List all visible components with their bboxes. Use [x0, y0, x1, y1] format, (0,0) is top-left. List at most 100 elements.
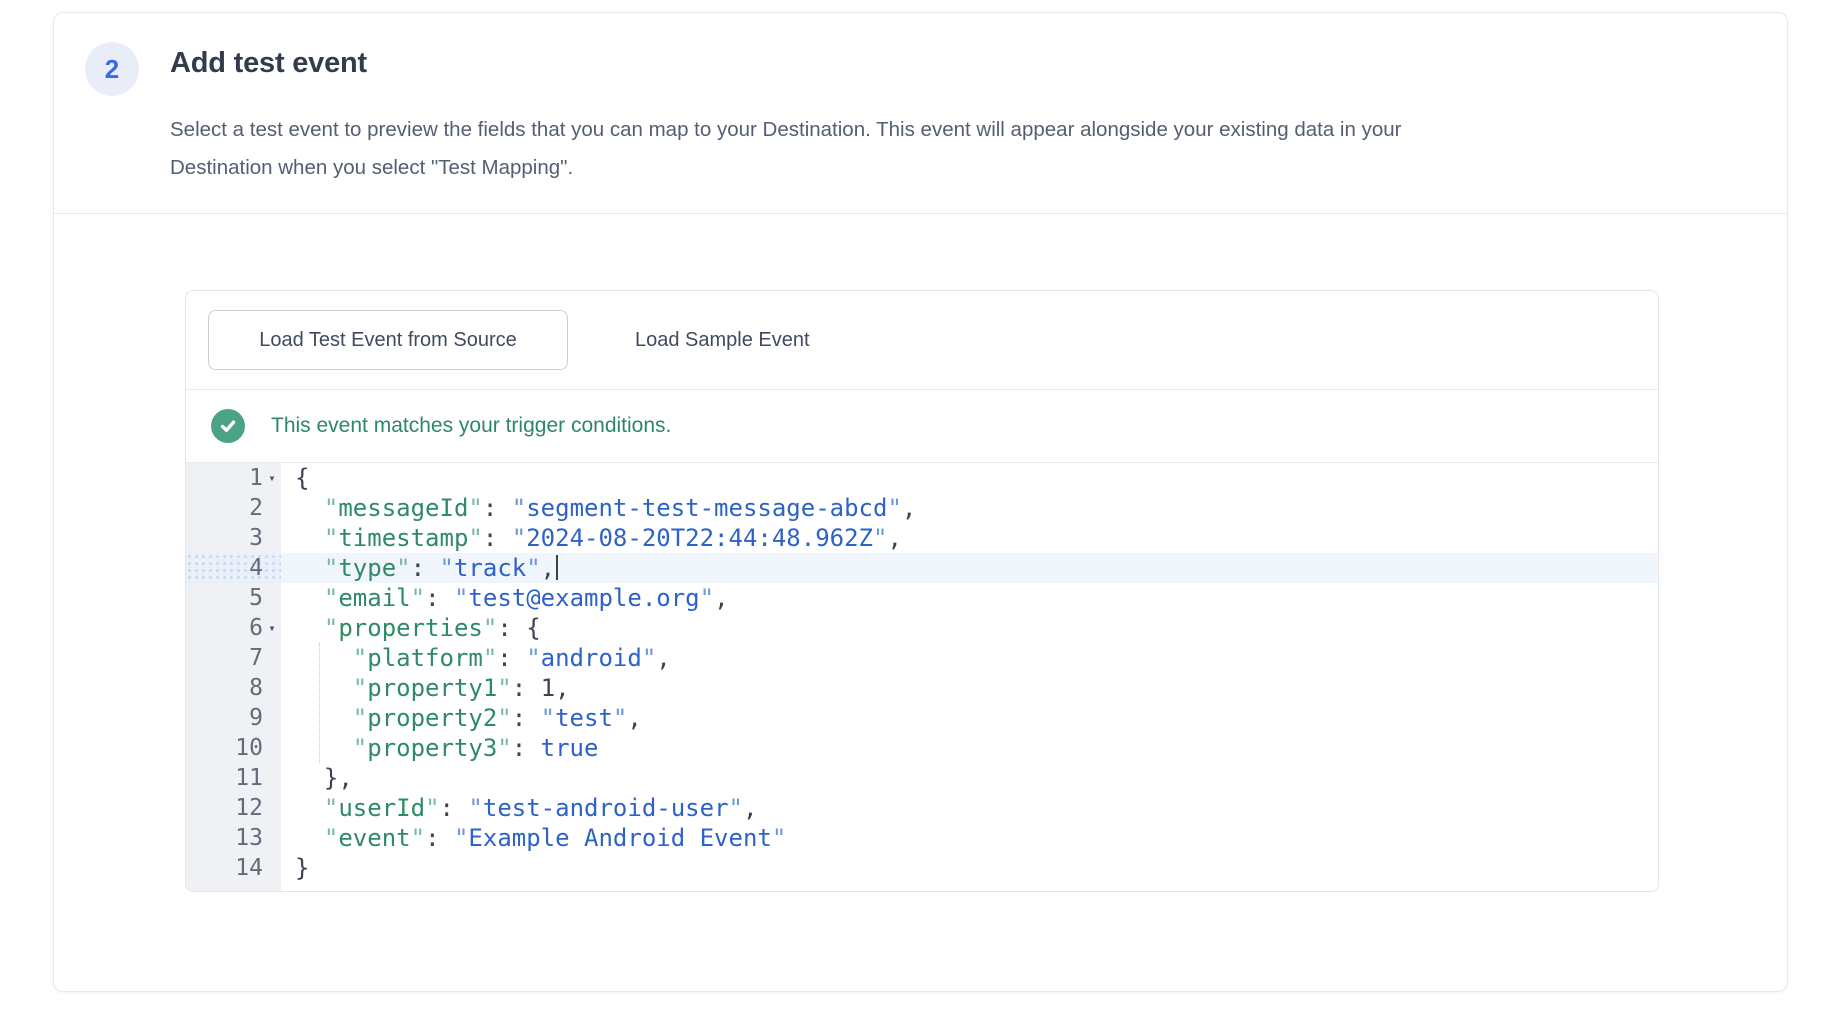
token-v: Example Android Event [468, 824, 771, 852]
fold-spacer [263, 703, 281, 733]
code-text[interactable]: "timestamp": "2024-08-20T22:44:48.962Z", [281, 523, 1658, 553]
token-k: property2 [367, 704, 497, 732]
token-k: email [338, 584, 410, 612]
token-v: test-android-user [483, 794, 729, 822]
token-p: : [483, 524, 512, 552]
code-line[interactable]: 5 "email": "test@example.org", [186, 583, 1658, 613]
code-text[interactable]: "userId": "test-android-user", [281, 793, 1658, 823]
token-v: test@example.org [468, 584, 699, 612]
token-p: : { [497, 614, 540, 642]
fold-spacer [263, 553, 281, 583]
fold-toggle-icon[interactable]: ▾ [263, 613, 281, 643]
token-k: properties [338, 614, 483, 642]
token-p: , [743, 794, 757, 822]
code-text[interactable]: "type": "track", [281, 553, 1658, 583]
token-kq: " [497, 734, 511, 762]
code-text[interactable]: }, [281, 763, 1658, 793]
code-line[interactable]: 2 "messageId": "segment-test-message-abc… [186, 493, 1658, 523]
fold-toggle-icon[interactable]: ▾ [263, 463, 281, 493]
token-p: : [483, 494, 512, 522]
page-title: Add test event [170, 47, 367, 80]
token-p [295, 824, 324, 852]
code-text[interactable]: "property3": true [281, 733, 1658, 763]
line-number: 8 [186, 673, 263, 703]
text-cursor [556, 555, 558, 580]
add-test-event-card: 2 Add test event Select a test event to … [53, 12, 1788, 992]
code-line[interactable]: 8 "property1": 1, [186, 673, 1658, 703]
code-line[interactable]: 11 }, [186, 763, 1658, 793]
token-p: , [714, 584, 728, 612]
token-vq: " [613, 704, 627, 732]
token-kq: " [324, 614, 338, 642]
token-k: userId [338, 794, 425, 822]
code-text[interactable]: "property1": 1, [281, 673, 1658, 703]
page: { "step": { "number": "2", "title": "Add… [0, 0, 1822, 1036]
token-vq: " [700, 584, 714, 612]
code-line[interactable]: 7 "platform": "android", [186, 643, 1658, 673]
token-vq: " [873, 524, 887, 552]
code-line[interactable]: 1▾ { [186, 463, 1658, 493]
gutter-cell: 5 [186, 583, 281, 613]
token-p: : [512, 704, 541, 732]
token-kq: " [411, 584, 425, 612]
header-divider [54, 213, 1787, 214]
token-k: type [338, 554, 396, 582]
code-text[interactable]: "event": "Example Android Event" [281, 823, 1658, 853]
load-test-event-button[interactable]: Load Test Event from Source [208, 310, 568, 370]
code-text[interactable]: "property2": "test", [281, 703, 1658, 733]
token-vq: " [772, 824, 786, 852]
token-vq: " [887, 494, 901, 522]
token-vq: " [454, 824, 468, 852]
token-k: property1 [367, 674, 497, 702]
token-kq: " [353, 644, 367, 672]
code-line[interactable]: 3 "timestamp": "2024-08-20T22:44:48.962Z… [186, 523, 1658, 553]
token-p [295, 614, 324, 642]
token-p: , [541, 554, 555, 582]
token-p: : [497, 644, 526, 672]
trigger-match-message: This event matches your trigger conditio… [271, 414, 671, 438]
token-p [295, 494, 324, 522]
gutter-cell: 1▾ [186, 463, 281, 493]
code-text[interactable]: } [281, 853, 1658, 883]
code-line[interactable]: 6▾ "properties": { [186, 613, 1658, 643]
fold-spacer [263, 763, 281, 793]
token-v: segment-test-message-abcd [526, 494, 887, 522]
token-p: } [295, 854, 309, 882]
token-p: : [440, 794, 469, 822]
gutter-cell: 9 [186, 703, 281, 733]
load-sample-event-button[interactable]: Load Sample Event [625, 310, 820, 370]
token-vq: " [526, 644, 540, 672]
code-text[interactable]: "platform": "android", [281, 643, 1658, 673]
token-p [295, 794, 324, 822]
token-kq: " [353, 734, 367, 762]
code-line[interactable]: 13 "event": "Example Android Event" [186, 823, 1658, 853]
step-description: Select a test event to preview the field… [170, 111, 1760, 187]
token-p: , [555, 674, 569, 702]
token-kq: " [324, 494, 338, 522]
line-number: 5 [186, 583, 263, 613]
code-text[interactable]: "email": "test@example.org", [281, 583, 1658, 613]
token-v: android [541, 644, 642, 672]
token-kq: " [483, 614, 497, 642]
line-number: 4 [186, 553, 263, 583]
token-kq: " [324, 524, 338, 552]
code-line[interactable]: 12 "userId": "test-android-user", [186, 793, 1658, 823]
token-p [295, 644, 353, 672]
code-line[interactable]: 10 "property3": true [186, 733, 1658, 763]
json-code-editor[interactable]: 1▾ {2 "messageId": "segment-test-message-… [186, 462, 1658, 891]
code-line[interactable]: 14} [186, 853, 1658, 883]
code-text[interactable]: "properties": { [281, 613, 1658, 643]
token-kq: " [324, 554, 338, 582]
fold-spacer [263, 673, 281, 703]
gutter-cell: 14 [186, 853, 281, 883]
token-p: { [295, 464, 309, 492]
code-line[interactable]: 9 "property2": "test", [186, 703, 1658, 733]
token-kq: " [468, 494, 482, 522]
token-p: , [902, 494, 916, 522]
code-text[interactable]: "messageId": "segment-test-message-abcd"… [281, 493, 1658, 523]
token-kq: " [353, 674, 367, 702]
code-text[interactable]: { [281, 463, 1658, 493]
token-kq: " [497, 704, 511, 732]
token-k: messageId [338, 494, 468, 522]
code-line[interactable]: 4 "type": "track", [186, 553, 1658, 583]
